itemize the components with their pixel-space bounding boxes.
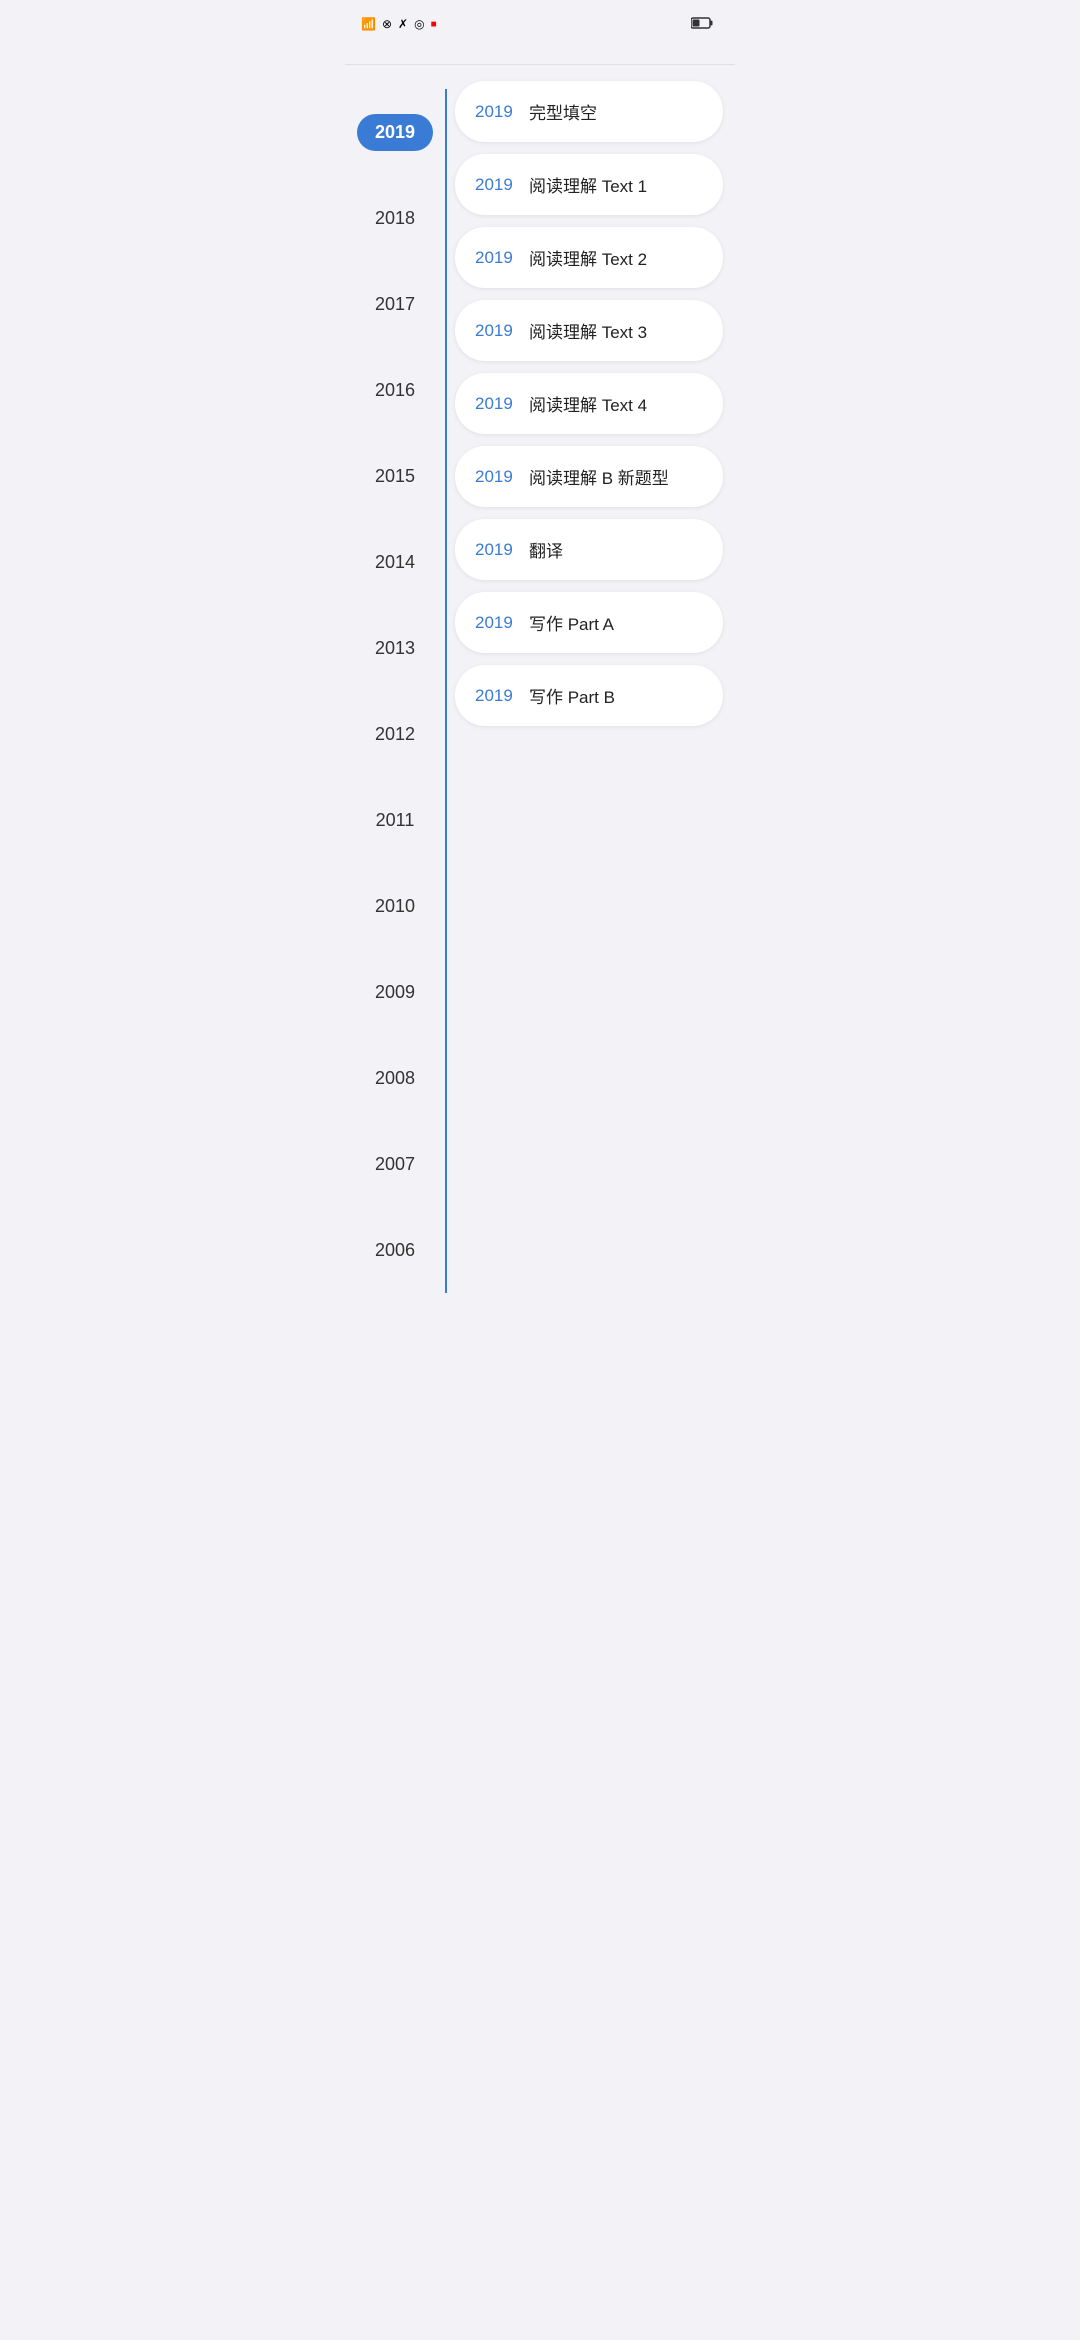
topic-item[interactable]: 2019 阅读理解 Text 1 xyxy=(455,154,723,215)
topic-year: 2019 xyxy=(475,467,519,487)
topic-year: 2019 xyxy=(475,102,519,122)
topic-year: 2019 xyxy=(475,321,519,341)
topic-item[interactable]: 2019 完型填空 xyxy=(455,81,723,142)
year-item-2014[interactable]: 2014 xyxy=(345,519,445,605)
topic-item[interactable]: 2019 写作 Part B xyxy=(455,665,723,726)
year-item-2017[interactable]: 2017 xyxy=(345,261,445,347)
year-badge-active: 2019 xyxy=(357,114,433,151)
topic-year: 2019 xyxy=(475,540,519,560)
topic-name: 阅读理解 Text 2 xyxy=(529,245,647,270)
topic-year: 2019 xyxy=(475,686,519,706)
topic-item[interactable]: 2019 阅读理解 Text 3 xyxy=(455,300,723,361)
year-item-2009[interactable]: 2009 xyxy=(345,949,445,1035)
topic-item[interactable]: 2019 翻译 xyxy=(455,519,723,580)
topic-name: 阅读理解 Text 4 xyxy=(529,391,647,416)
status-left-icons: 📶 ⊗ ✗ ◎ ■ xyxy=(361,17,437,31)
battery-icon xyxy=(691,17,713,32)
vibrate-icon: ◎ xyxy=(414,17,424,31)
nav-bar xyxy=(345,44,735,65)
year-item-2018[interactable]: 2018 xyxy=(345,175,445,261)
year-item-2016[interactable]: 2016 xyxy=(345,347,445,433)
topic-name: 写作 Part A xyxy=(529,610,614,635)
main-content: 2019 201820172016201520142013201220112010… xyxy=(345,65,735,1309)
year-item-2011[interactable]: 2011 xyxy=(345,777,445,863)
status-right-icons xyxy=(685,17,719,32)
year-item-2006[interactable]: 2006 xyxy=(345,1207,445,1293)
topic-name: 完型填空 xyxy=(529,99,597,124)
topic-item[interactable]: 2019 阅读理解 Text 4 xyxy=(455,373,723,434)
record-icon: ■ xyxy=(431,19,437,30)
year-list: 2019 201820172016201520142013201220112010… xyxy=(345,81,445,1293)
year-item-2013[interactable]: 2013 xyxy=(345,605,445,691)
topic-name: 写作 Part B xyxy=(529,683,615,708)
topic-name: 翻译 xyxy=(529,537,563,562)
topic-year: 2019 xyxy=(475,394,519,414)
year-item-2015[interactable]: 2015 xyxy=(345,433,445,519)
sim-icon: 📶 xyxy=(361,17,376,31)
back-button[interactable] xyxy=(361,50,377,58)
year-item-2019[interactable]: 2019 xyxy=(345,89,445,175)
bluetooth-icon: ✗ xyxy=(398,17,408,31)
topic-item[interactable]: 2019 阅读理解 B 新题型 xyxy=(455,446,723,507)
topic-item[interactable]: 2019 写作 Part A xyxy=(455,592,723,653)
year-item-2010[interactable]: 2010 xyxy=(345,863,445,949)
topic-list: 2019完型填空2019阅读理解 Text 12019阅读理解 Text 220… xyxy=(447,81,735,1293)
status-bar: 📶 ⊗ ✗ ◎ ■ xyxy=(345,0,735,44)
topic-name: 阅读理解 Text 3 xyxy=(529,318,647,343)
year-item-2007[interactable]: 2007 xyxy=(345,1121,445,1207)
wifi-icon: ⊗ xyxy=(382,17,392,31)
year-item-2008[interactable]: 2008 xyxy=(345,1035,445,1121)
topic-year: 2019 xyxy=(475,248,519,268)
topic-name: 阅读理解 B 新题型 xyxy=(529,464,669,489)
topic-year: 2019 xyxy=(475,613,519,633)
topic-name: 阅读理解 Text 1 xyxy=(529,172,647,197)
year-item-2012[interactable]: 2012 xyxy=(345,691,445,777)
topic-year: 2019 xyxy=(475,175,519,195)
topic-item[interactable]: 2019 阅读理解 Text 2 xyxy=(455,227,723,288)
